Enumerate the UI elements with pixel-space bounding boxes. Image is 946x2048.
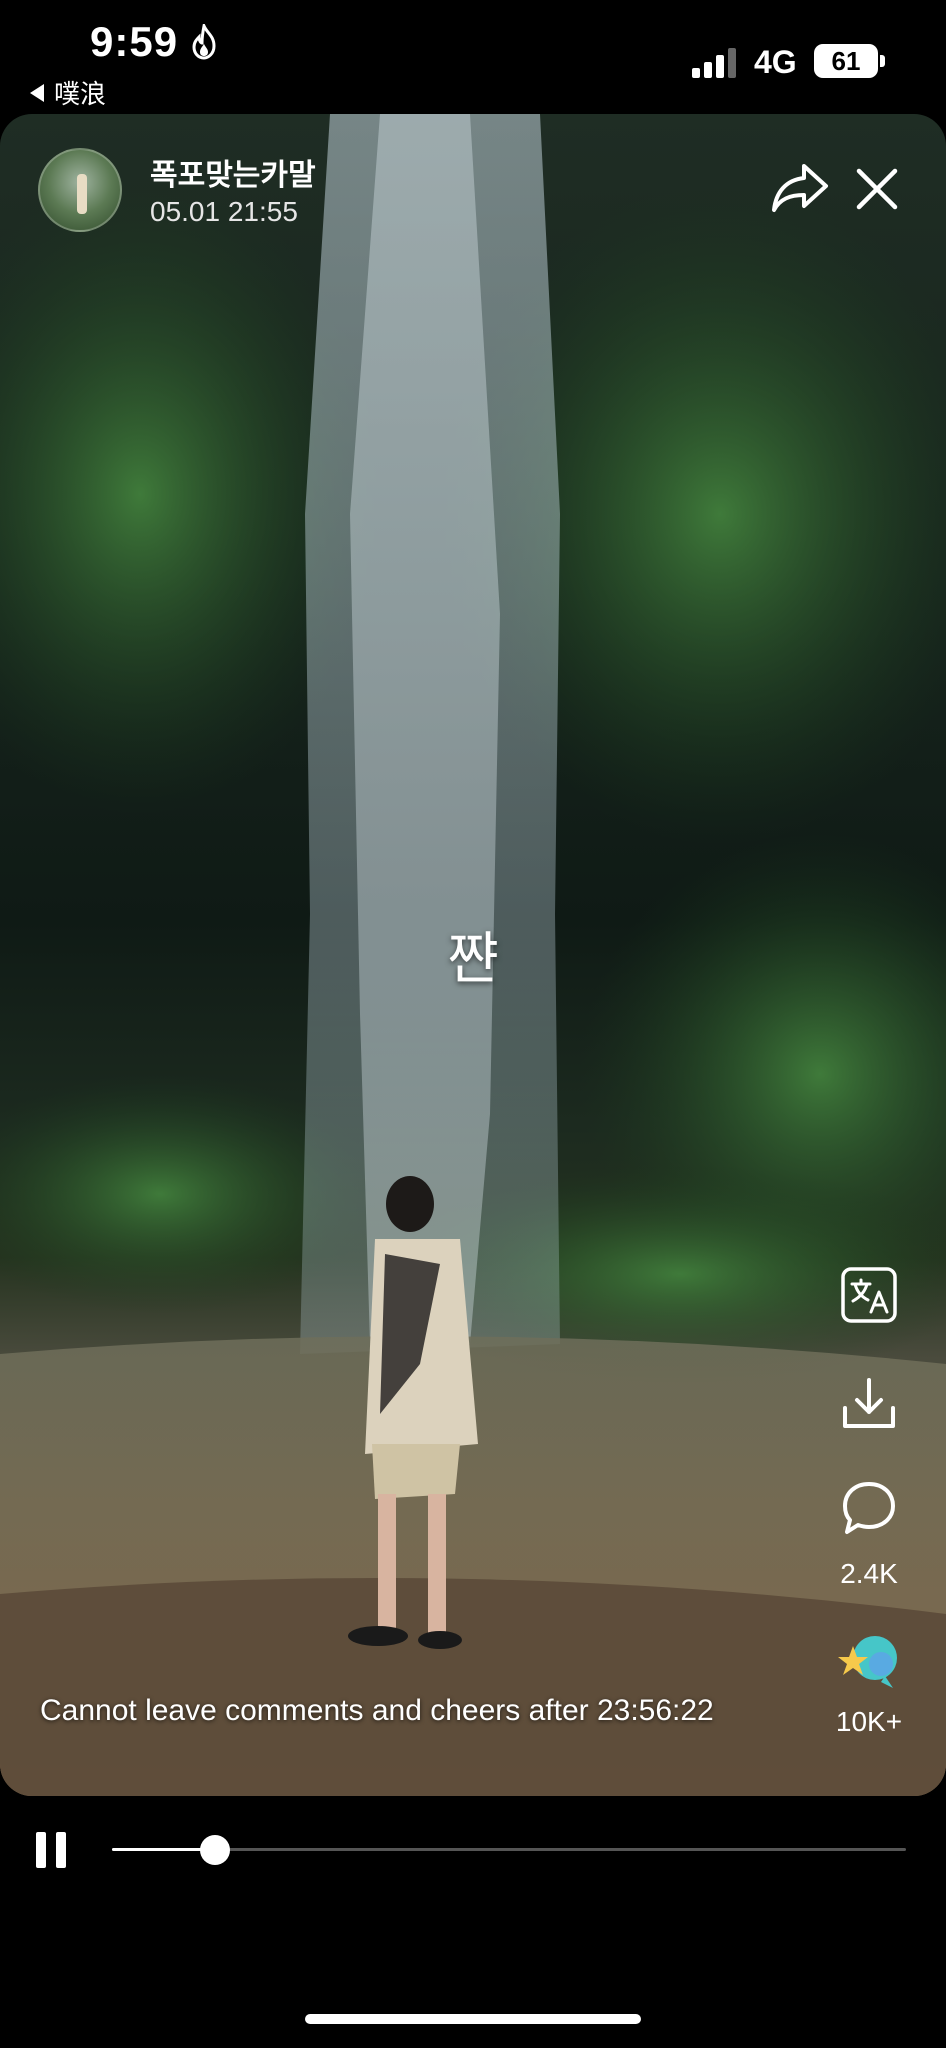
pause-bar-left: [36, 1832, 46, 1868]
download-icon: [843, 1378, 895, 1428]
cheer-button[interactable]: [826, 1632, 912, 1694]
comment-deadline-notice: Cannot leave comments and cheers after 2…: [40, 1694, 714, 1727]
video-caption: 쨘: [447, 927, 499, 990]
status-bar: 9:59 噗浪 4G 61: [0, 0, 946, 112]
battery-indicator: 61: [814, 44, 878, 78]
back-app-label: 噗浪: [54, 79, 107, 109]
close-icon[interactable]: [854, 166, 900, 212]
network-type: 4G: [754, 44, 797, 80]
progress-bar[interactable]: [112, 1835, 906, 1865]
share-icon[interactable]: [770, 162, 830, 214]
cheer-icon: [838, 1636, 897, 1688]
translate-icon: [841, 1267, 897, 1323]
home-indicator[interactable]: [305, 2014, 641, 2024]
flame-icon: [192, 24, 216, 60]
author-name[interactable]: 폭포맞는카말: [150, 150, 316, 194]
author-avatar[interactable]: [38, 148, 122, 232]
pause-bar-right: [56, 1832, 66, 1868]
clock: 9:59: [90, 18, 179, 65]
battery-tip: [880, 55, 885, 67]
cheer-count: 10K+: [835, 1706, 903, 1737]
comment-count: 2.4K: [840, 1558, 898, 1589]
avatar-figure: [77, 174, 87, 214]
translate-button[interactable]: [826, 1266, 912, 1328]
post-timestamp: 05.01 21:55: [150, 196, 298, 227]
comment-button[interactable]: [826, 1480, 912, 1540]
back-to-app-button[interactable]: 噗浪: [30, 74, 106, 111]
comment-icon: [843, 1482, 895, 1534]
signal-icon: [692, 48, 736, 78]
download-button[interactable]: [826, 1376, 912, 1438]
progress-handle[interactable]: [200, 1835, 231, 1865]
back-arrow-icon: [30, 83, 44, 102]
pause-button[interactable]: [36, 1832, 70, 1868]
video-player[interactable]: 폭포맞는카말 05.01 21:55 쨘 2.4K 10K+ Cannot le…: [0, 114, 946, 1796]
